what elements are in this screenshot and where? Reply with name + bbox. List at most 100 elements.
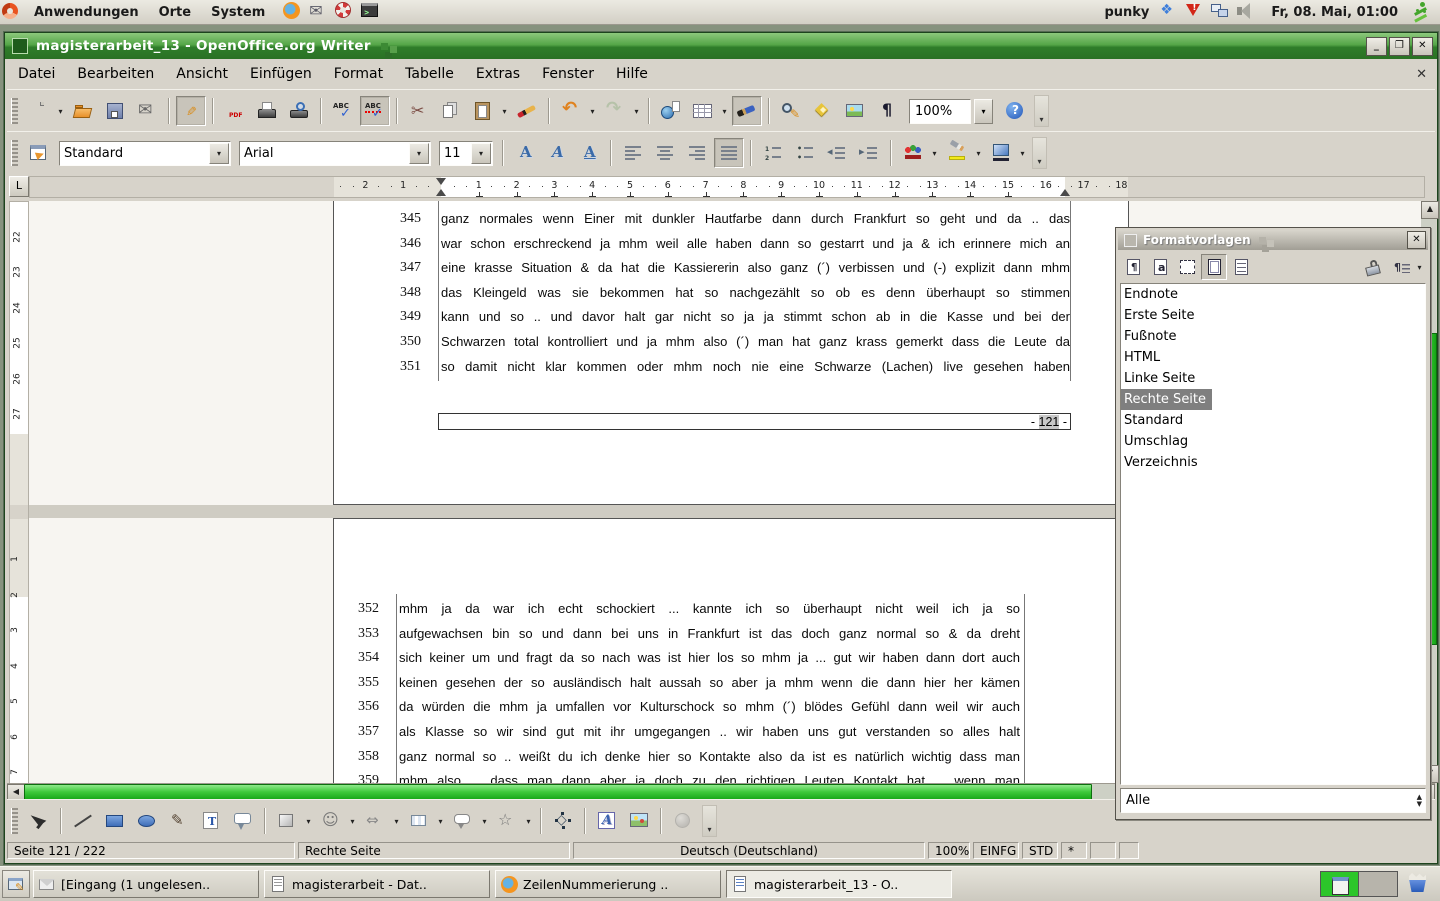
menu-extras[interactable]: Extras: [465, 62, 531, 86]
gallery-button[interactable]: [840, 96, 870, 126]
new-style-button[interactable]: [1387, 254, 1413, 280]
style-item-linke-seite[interactable]: Linke Seite: [1121, 371, 1198, 386]
style-item-html[interactable]: HTML: [1121, 350, 1163, 365]
find-replace-button[interactable]: [776, 96, 806, 126]
workspace-2[interactable]: [1359, 872, 1397, 896]
line-text[interactable]: aufgewachsen bin so und dann bei uns in …: [399, 622, 1020, 647]
scroll-up-button[interactable]: ▲: [1421, 201, 1439, 219]
frame-styles-button[interactable]: [1174, 254, 1200, 280]
menu-ansicht[interactable]: Ansicht: [165, 62, 239, 86]
fill-format-button[interactable]: [1360, 254, 1386, 280]
toolbar-overflow-button[interactable]: [1034, 95, 1049, 127]
zoom-combobox[interactable]: [909, 99, 971, 124]
status-insert-mode[interactable]: EINFG: [973, 842, 1019, 859]
line-text[interactable]: das Kleingeld was sie bekommen hat so na…: [441, 281, 1070, 306]
dropdown-arrow-icon[interactable]: [973, 139, 984, 167]
callout-button[interactable]: [228, 806, 258, 836]
firefox-icon[interactable]: [281, 0, 305, 24]
maximize-button[interactable]: ❐: [1389, 37, 1410, 56]
window-menu-icon[interactable]: [12, 38, 28, 54]
from-file-button[interactable]: [624, 806, 654, 836]
line-text[interactable]: keinen gesehen der so ausländisch halt a…: [399, 671, 1020, 696]
format-paintbrush-button[interactable]: [512, 96, 542, 126]
dropdown-arrow-icon[interactable]: [587, 97, 598, 125]
dropdown-arrow-icon[interactable]: [1017, 139, 1028, 167]
page-footer[interactable]: - 121 -: [438, 413, 1071, 430]
copy-button[interactable]: [436, 96, 466, 126]
volume-icon[interactable]: [1235, 0, 1259, 24]
status-page-style[interactable]: Rechte Seite: [298, 842, 570, 859]
indent-increase-button[interactable]: [854, 138, 884, 168]
spellcheck-button[interactable]: [328, 96, 358, 126]
menu-tabelle[interactable]: Tabelle: [394, 62, 465, 86]
align-center-button[interactable]: [650, 138, 680, 168]
font-color-button[interactable]: [898, 138, 928, 168]
styles-close-button[interactable]: ✕: [1407, 231, 1426, 249]
tab-type-button[interactable]: L: [9, 176, 29, 197]
character-styles-button[interactable]: [1147, 254, 1173, 280]
hyperlink-button[interactable]: [656, 96, 686, 126]
dropdown-arrow-icon[interactable]: [479, 807, 490, 835]
style-item-umschlag[interactable]: Umschlag: [1121, 434, 1191, 449]
line-text[interactable]: sich keiner um und fragt da so nach was …: [399, 646, 1020, 671]
toolbar-handle[interactable]: [11, 98, 18, 124]
paste-button[interactable]: [468, 96, 498, 126]
page-styles-button[interactable]: [1201, 254, 1227, 280]
panel-menu-anwendungen[interactable]: Anwendungen: [24, 3, 149, 22]
numbered-list-button[interactable]: [758, 138, 788, 168]
styles-filter-combobox[interactable]: Alle ▲▼: [1120, 788, 1426, 813]
bold-button[interactable]: [510, 138, 540, 168]
zoom-input[interactable]: [910, 104, 970, 119]
combo-dropdown-button[interactable]: [409, 143, 429, 164]
titlebar[interactable]: magisterarbeit_13 - OpenOffice.org Write…: [5, 33, 1437, 59]
list-styles-button[interactable]: [1228, 254, 1254, 280]
table-button[interactable]: [688, 96, 718, 126]
dropdown-arrow-icon[interactable]: [1414, 253, 1425, 281]
workspace-1[interactable]: [1321, 872, 1359, 896]
style-combobox[interactable]: [59, 141, 231, 166]
styles-window-titlebar[interactable]: Formatvorlagen ✕: [1118, 230, 1428, 250]
status-language[interactable]: Deutsch (Deutschland): [573, 842, 925, 859]
navigator-button[interactable]: [808, 96, 838, 126]
status-zoom[interactable]: 100%: [928, 842, 970, 859]
style-item-standard[interactable]: Standard: [1121, 413, 1186, 428]
export-pdf-button[interactable]: [220, 96, 250, 126]
page-122[interactable]: 352mhm ja da war ich echt schockiert ...…: [333, 518, 1129, 783]
redo-button[interactable]: [600, 96, 630, 126]
text-button[interactable]: [196, 806, 226, 836]
underline-button[interactable]: [574, 138, 604, 168]
stars-button[interactable]: [492, 806, 522, 836]
email-button[interactable]: [132, 96, 162, 126]
styles-window-button[interactable]: [24, 138, 54, 168]
style-item-rechte-seite[interactable]: Rechte Seite: [1121, 389, 1212, 410]
autospellcheck-button[interactable]: [360, 96, 390, 126]
status-selection-mode[interactable]: STD: [1022, 842, 1058, 859]
line-text[interactable]: ganz normales wenn Einer mit dunkler Hau…: [441, 207, 1070, 232]
dropdown-arrow-icon[interactable]: [435, 807, 446, 835]
line-button[interactable]: [68, 806, 98, 836]
help-button[interactable]: [1000, 96, 1030, 126]
rectangle-button[interactable]: [100, 806, 130, 836]
combo-dropdown-button[interactable]: [209, 143, 229, 164]
cut-button[interactable]: [404, 96, 434, 126]
background-color-button[interactable]: [986, 138, 1016, 168]
indent-decrease-button[interactable]: [822, 138, 852, 168]
left-margin-marker[interactable]: [436, 189, 446, 196]
line-text[interactable]: da würden die mhm ja umfallen vor Kultur…: [399, 695, 1020, 720]
paragraph-styles-button[interactable]: [1120, 254, 1146, 280]
line-text[interactable]: eine krasse Situation & da hat die Kassi…: [441, 256, 1070, 281]
basic-shapes-button[interactable]: [272, 806, 302, 836]
style-item-fußnote[interactable]: Fußnote: [1121, 329, 1179, 344]
save-button[interactable]: [100, 96, 130, 126]
font-combobox[interactable]: [239, 141, 431, 166]
size-combobox[interactable]: [439, 141, 493, 166]
line-text[interactable]: mhm also ... dass man dann aber ja doch …: [399, 769, 1020, 783]
toolbar-overflow-button[interactable]: [1032, 137, 1047, 169]
toolbar-overflow-button[interactable]: [702, 805, 717, 837]
zoom-dropdown-button[interactable]: [974, 99, 993, 124]
mail-icon[interactable]: [307, 0, 331, 24]
dropbox-icon[interactable]: [1157, 0, 1181, 24]
dropdown-arrow-icon[interactable]: [719, 97, 730, 125]
line-text[interactable]: mhm ja da war ich echt schockiert ... ka…: [399, 597, 1020, 622]
help-lifesaver-icon[interactable]: [333, 0, 357, 24]
